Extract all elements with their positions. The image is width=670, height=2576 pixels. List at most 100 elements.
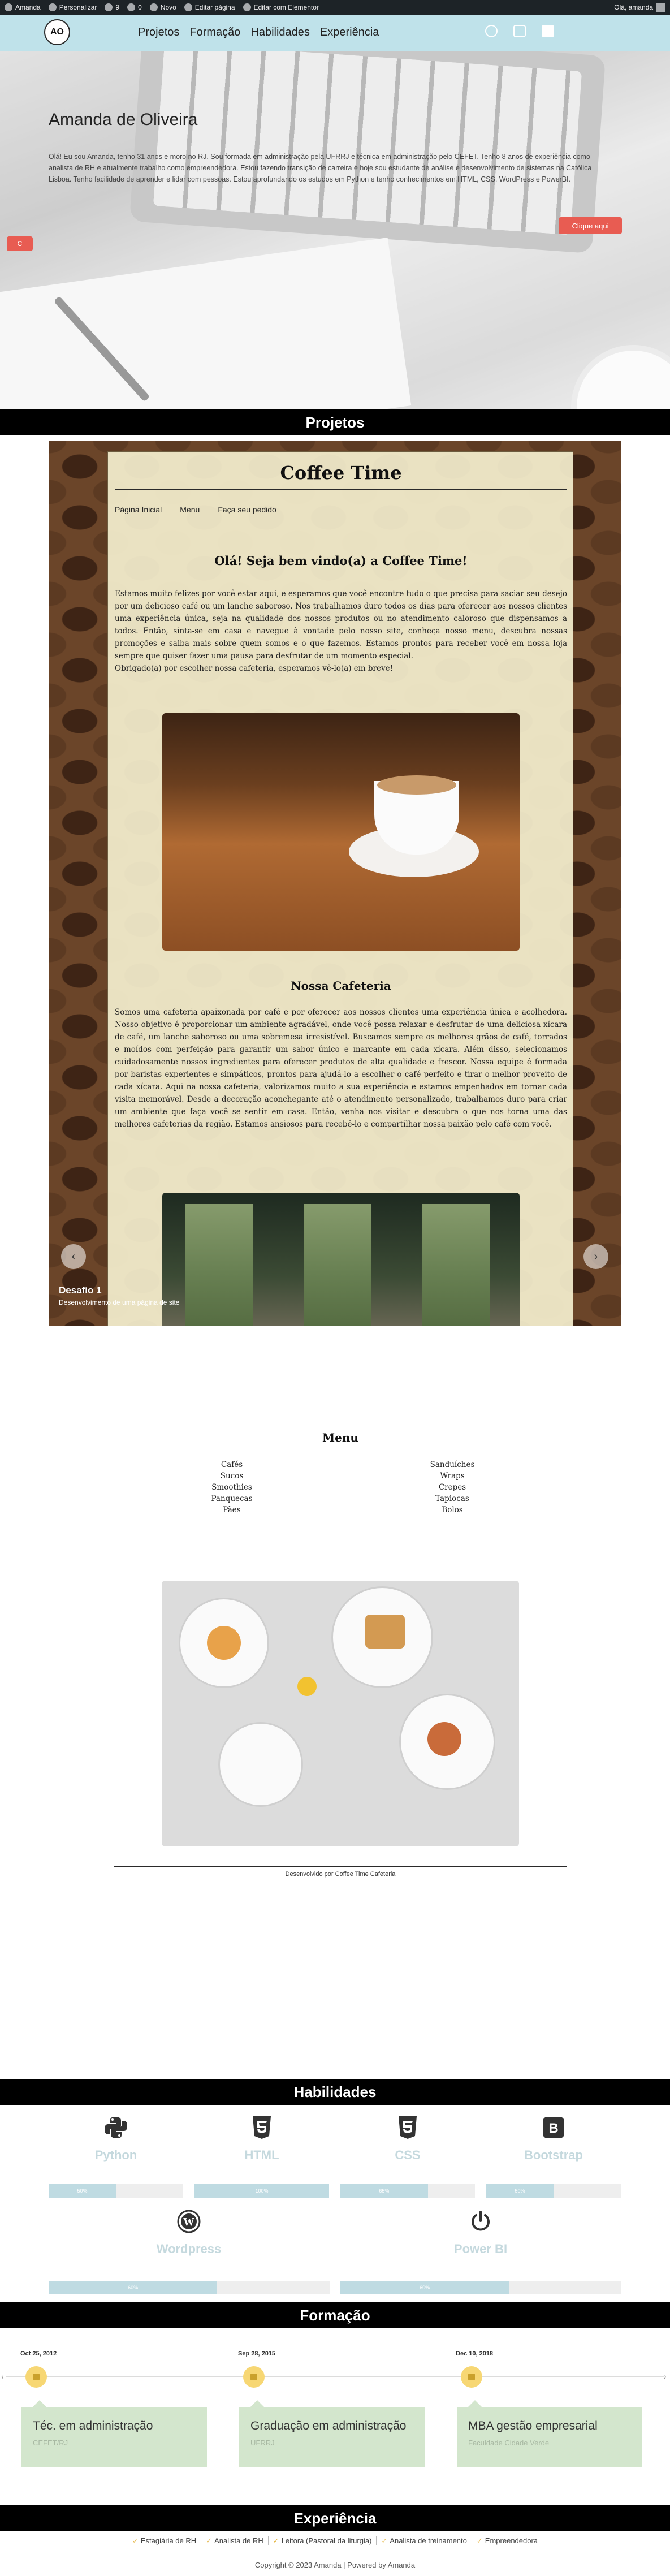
timeline-card: MBA gestão empresarial Faculdade Cidade … — [457, 2400, 642, 2467]
skill-bootstrap: B Bootstrap — [486, 2115, 621, 2163]
admin-bar-site-label: Amanda — [15, 3, 41, 11]
skill-bar-fill: 60% — [49, 2281, 218, 2294]
project-menu-left: Cafés Sucos Smoothies Panquecas Pães — [198, 1459, 266, 1516]
timeline-line — [6, 2376, 664, 2377]
experience-item: ✓ Leitora (Pastoral da liturgia) — [269, 2536, 377, 2545]
skill-powerbi: Power BI — [413, 2209, 548, 2256]
project-about-title: Nossa Cafeteria — [291, 979, 391, 993]
timeline-subtitle: UFRRJ — [250, 2439, 275, 2447]
timeline-title: MBA gestão empresarial — [468, 2419, 598, 2432]
instagram-icon[interactable] — [513, 25, 526, 37]
admin-bar-customize[interactable]: Personalizar — [48, 3, 97, 11]
admin-bar-comments[interactable]: 0 — [127, 3, 142, 11]
plus-icon — [149, 3, 158, 11]
admin-bar-account[interactable]: Olá, amanda — [614, 3, 665, 12]
chevron-right-icon: › — [594, 1250, 598, 1263]
nav-item-projetos[interactable]: Projetos — [138, 26, 179, 39]
experience-item: ✓ Analista de treinamento — [377, 2536, 472, 2545]
menu-item: Sucos — [220, 1472, 244, 1481]
project-about-text: Somos uma cafeteria apaixonada por café … — [115, 1008, 567, 1129]
html5-icon — [249, 2115, 274, 2140]
cafe-interior-photo — [162, 1193, 520, 1326]
slider-prev-button[interactable]: ‹ — [61, 1244, 86, 1269]
skill-name: CSS — [395, 2148, 421, 2162]
skill-bar-fill: 100% — [194, 2184, 329, 2198]
timeline-date: Sep 28, 2015 — [238, 2350, 276, 2357]
timeline-card: Graduação em administração UFRRJ — [239, 2400, 425, 2467]
project-menu-title: Menu — [322, 1431, 358, 1444]
experience-item: ✓ Estagiária de RH — [128, 2536, 202, 2545]
admin-bar-new-label: Novo — [160, 3, 176, 11]
check-icon: ✓ — [132, 2536, 139, 2545]
project-nav-menu[interactable]: Menu — [180, 505, 200, 514]
brush-icon — [48, 3, 57, 11]
admin-bar-updates[interactable]: 9 — [105, 3, 119, 11]
nav-item-experiencia[interactable]: Experiência — [320, 26, 379, 39]
check-icon: ✓ — [476, 2536, 483, 2545]
project-nav: Página Inicial Menu Faça seu pedido — [115, 505, 276, 514]
timeline-title: Téc. em administração — [33, 2419, 153, 2432]
experience-list: ✓ Estagiária de RH ✓ Analista de RH ✓ Leito… — [0, 2536, 670, 2545]
project-menu-right: Sanduíches Wraps Crepes Tapiocas Bolos — [413, 1459, 492, 1516]
css3-icon — [395, 2115, 420, 2140]
chevron-left-icon: ‹ — [71, 1250, 76, 1263]
svg-text:W: W — [183, 2216, 194, 2228]
main-nav: Projetos Formação Habilidades Experiênci… — [138, 26, 379, 39]
menu-item: Sanduíches — [430, 1460, 475, 1469]
skill-name: Bootstrap — [524, 2148, 583, 2162]
timeline-subtitle: CEFET/RJ — [33, 2439, 68, 2447]
chevron-left-icon[interactable]: ‹ — [1, 2372, 4, 2381]
menu-item: Bolos — [442, 1505, 463, 1514]
site-header: AO Projetos Formação Habilidades Experiê… — [0, 15, 670, 51]
admin-bar-new[interactable]: Novo — [149, 3, 176, 11]
admin-bar-updates-count: 9 — [115, 3, 120, 11]
calendar-icon — [243, 2366, 265, 2388]
elementor-icon — [243, 3, 251, 11]
projects-slider: Coffee Time Página Inicial Menu Faça seu… — [49, 441, 621, 1326]
timeline-date: Oct 25, 2012 — [20, 2350, 57, 2357]
menu-item: Smoothies — [211, 1483, 252, 1492]
menu-item: Pães — [223, 1505, 241, 1514]
social-links — [485, 25, 554, 37]
skill-bar-python: 50% — [49, 2184, 183, 2198]
hero-cta-button[interactable]: Clique aqui — [559, 217, 622, 234]
hero-small-button[interactable]: C — [7, 236, 33, 251]
section-title-experiencia: Experiência — [0, 2505, 670, 2531]
linkedin-icon[interactable] — [542, 25, 554, 37]
section-title-habilidades: Habilidades — [0, 2079, 670, 2105]
project-welcome-title: Olá! Seja bem vindo(a) a Coffee Time! — [214, 554, 468, 568]
svg-text:B: B — [548, 2121, 558, 2136]
slide-caption-title: Desafio 1 — [59, 1285, 102, 1296]
site-logo[interactable]: AO — [44, 19, 70, 45]
menu-item: Wraps — [440, 1472, 465, 1481]
chevron-right-icon[interactable]: › — [664, 2372, 667, 2381]
timeline-subtitle: Faculdade Cidade Verde — [468, 2439, 550, 2447]
nav-item-formacao[interactable]: Formação — [189, 26, 240, 39]
skill-bar-html: 100% — [194, 2184, 329, 2198]
project-nav-home[interactable]: Página Inicial — [115, 505, 162, 514]
skill-bar-wordpress: 60% — [49, 2281, 330, 2294]
check-icon: ✓ — [381, 2536, 388, 2545]
comment-icon — [127, 3, 136, 11]
github-icon[interactable] — [485, 25, 498, 37]
section-title-formacao: Formação — [0, 2302, 670, 2328]
check-icon: ✓ — [273, 2536, 279, 2545]
timeline-date: Dec 10, 2018 — [456, 2350, 494, 2357]
slider-next-button[interactable]: › — [583, 1244, 608, 1269]
admin-bar-elementor[interactable]: Editar com Elementor — [243, 3, 319, 11]
admin-bar: Amanda Personalizar 9 0 Novo Editar pági… — [0, 0, 670, 15]
timeline-card: Téc. em administração CEFET/RJ — [21, 2400, 207, 2467]
experience-item: ✓ Analista de RH — [201, 2536, 269, 2545]
admin-bar-site[interactable]: Amanda — [5, 3, 41, 11]
project-nav-order[interactable]: Faça seu pedido — [218, 505, 276, 514]
timeline-title: Graduação em administração — [250, 2419, 407, 2432]
coffee-cup-photo — [162, 713, 520, 951]
menu-item: Tapiocas — [435, 1494, 469, 1503]
nav-item-habilidades[interactable]: Habilidades — [250, 26, 310, 39]
admin-bar-edit-page[interactable]: Editar página — [184, 3, 235, 11]
admin-bar-customize-label: Personalizar — [59, 3, 97, 11]
experience-item: ✓ Empreendedora — [476, 2536, 538, 2545]
wordpress-icon — [5, 3, 12, 11]
admin-bar-elementor-label: Editar com Elementor — [253, 3, 319, 11]
hero-name: Amanda de Oliveira — [49, 110, 198, 129]
